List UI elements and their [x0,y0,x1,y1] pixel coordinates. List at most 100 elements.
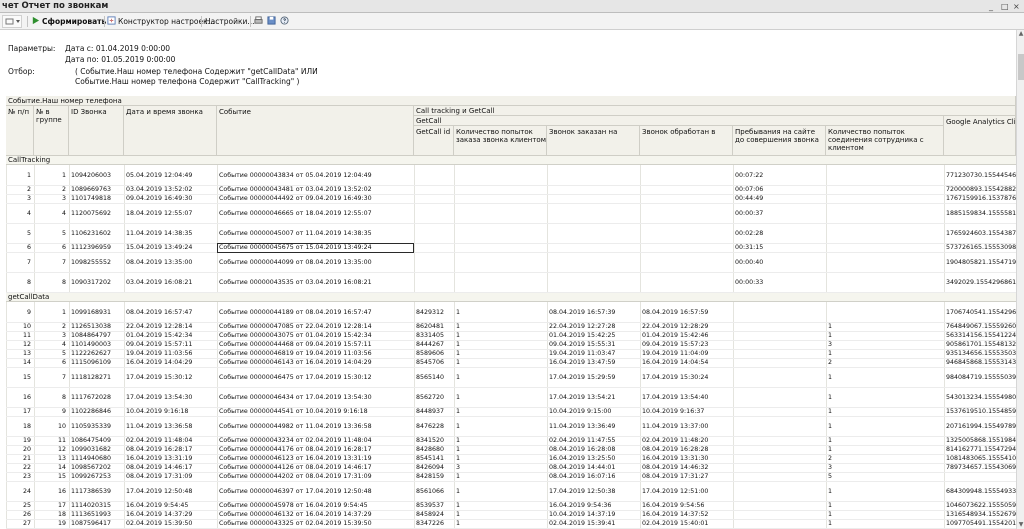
cell-num-in-group: 4 [61,341,66,348]
cell-connection-attempts: 1 [828,422,833,430]
cell-event: Событие 00000046434 от 17.04.2019 13:54:… [219,393,372,401]
help-icon [280,16,289,25]
table-row[interactable]: 27 19 1087596417 02.04.2019 15:39:50 Событие… [6,520,1016,528]
cell-call-id: 1126513038 [71,323,112,330]
table-row[interactable]: 3 3 1101749818 09.04.2019 16:49:30 Событие 0… [6,195,1016,203]
group-header-row[interactable]: CallTracking [6,156,1016,165]
cell-num: 25 [22,502,31,509]
cell-call-id: 1112396959 [71,244,112,251]
selected-cell[interactable] [217,243,414,253]
table-row[interactable]: 12 4 1101490003 09.04.2019 15:57:11 Событие … [6,341,1016,349]
cell-call-processed-at: 16.04.2019 14:04:54 [642,359,709,366]
cell-num-in-group: 5 [61,350,66,357]
table-row[interactable]: 24 16 1117386539 17.04.2019 12:50:48 Событие… [6,482,1016,501]
cell-time-on-site: 00:07:06 [735,186,764,193]
cell-getcall-id: 8428159 [416,473,445,480]
cell-num: 12 [22,341,31,348]
cell-order-attempts: 1 [456,437,461,444]
table-row[interactable]: 15 7 1118128271 17.04.2019 15:30:12 Событие … [6,368,1016,387]
minimize-icon[interactable]: _ [989,2,993,11]
table-row[interactable]: 17 9 1102286846 10.04.2019 9:16:18 Событие 0… [6,408,1016,416]
scroll-thumb[interactable] [1018,54,1024,80]
cell-event: Событие 00000045978 от 16.04.2019 9:54:4… [219,502,368,509]
cell-event: Событие 00000044189 от 08.04.2019 16:57:… [219,308,372,316]
cell-num: 20 [22,446,31,453]
table-row[interactable]: 11 3 1084864797 01.04.2019 15:42:34 Событие … [6,332,1016,340]
table-row[interactable]: 13 5 1122262627 19.04.2019 11:03:56 Событие … [6,350,1016,358]
table-row[interactable]: 25 17 1114020315 16.04.2019 9:54:45 Событие … [6,502,1016,510]
table-row[interactable]: 8 8 1090317202 03.04.2019 16:08:21 Событие 0… [6,273,1016,292]
report-table: Событие.Наш номер телефона № п/п № в гру… [6,96,1016,529]
print-button[interactable] [254,15,265,28]
table-row[interactable]: 1 1 1094206003 05.04.2019 12:04:49 Событие 0… [6,166,1016,185]
cell-call-id: 1089669763 [71,186,112,193]
maximize-icon[interactable]: □ [1001,2,1009,11]
cell-call-datetime: 11.04.2019 14:38:35 [126,229,193,237]
table-row[interactable]: 10 2 1126513038 22.04.2019 12:28:14 Событие … [6,323,1016,331]
cell-connection-attempts: 1 [828,350,833,357]
table-row[interactable]: 14 6 1115096109 16.04.2019 14:04:29 Событие … [6,359,1016,367]
table-row[interactable]: 4 4 1120075692 18.04.2019 12:55:07 Событие 0… [6,204,1016,223]
help-button[interactable] [280,15,291,28]
cell-call-id: 1099031682 [71,446,112,453]
cell-connection-attempts: 1 [828,446,833,453]
table-row[interactable]: 9 1 1099168931 08.04.2019 16:57:47 Событие 0… [6,303,1016,322]
table-row[interactable]: 5 5 1106231602 11.04.2019 14:38:35 Событие 0… [6,224,1016,243]
cell-connection-attempts: 1 [828,373,833,381]
table-row[interactable]: 20 12 1099031682 08.04.2019 16:28:17 Событие… [6,446,1016,454]
cell-call-id: 1101749818 [71,195,112,202]
cell-num-in-group: 18 [57,511,66,518]
cell-call-id: 1084864797 [71,332,112,339]
cell-call-datetime: 16.04.2019 14:37:29 [126,511,193,518]
cell-call-id: 1099168931 [71,308,112,316]
run-report-button[interactable]: Сформировать [31,15,106,28]
cell-event: Событие 00000046819 от 19.04.2019 11:03:… [219,350,372,357]
window-title: чет Отчет по звонкам [2,1,109,11]
table-row[interactable]: 7 7 1098255552 08.04.2019 13:35:00 Событие 0… [6,253,1016,272]
scroll-down-icon[interactable]: ▼ [1017,521,1024,529]
table-row[interactable]: 18 10 1105935339 11.04.2019 13:36:58 Событие… [6,417,1016,436]
cell-call-datetime: 08.04.2019 14:46:17 [126,464,193,471]
cell-call-id: 1105935339 [71,422,112,430]
cell-call-ordered-at: 08.04.2019 16:07:16 [549,473,616,480]
cell-call-datetime: 08.04.2019 17:31:09 [126,473,193,480]
table-row[interactable]: 6 6 1112396959 15.04.2019 13:49:24 Событие 0… [6,244,1016,252]
cell-call-datetime: 11.04.2019 13:36:58 [126,422,193,430]
group-header-row[interactable]: getCallData [6,293,1016,302]
table-row[interactable]: 16 8 1117672028 17.04.2019 13:54:30 Событие … [6,388,1016,407]
cell-call-ordered-at: 08.04.2019 14:44:01 [549,464,616,471]
table-row[interactable]: 22 14 1098567202 08.04.2019 14:46:17 Событие… [6,464,1016,472]
settings-button[interactable]: Настройки... [205,15,255,28]
settings-constructor-button[interactable]: Конструктор настроек... [107,15,215,28]
cell-google-analytics: 1097705491.1554201405 [946,520,1016,527]
cell-order-attempts: 1 [456,393,461,401]
cell-call-ordered-at: 17.04.2019 15:29:59 [549,373,616,381]
cell-call-id: 1114020315 [71,502,112,509]
cell-call-processed-at: 08.04.2019 17:31:27 [642,473,709,480]
header-num-in-group: № в группе [34,106,69,156]
close-icon[interactable]: × [1013,2,1020,11]
vertical-scrollbar[interactable]: ▲ ▼ [1016,30,1024,529]
cell-num-in-group: 17 [57,502,66,509]
cell-call-datetime: 19.04.2019 11:03:56 [126,350,193,357]
scroll-up-icon[interactable]: ▲ [1017,30,1024,38]
cell-call-processed-at: 11.04.2019 13:37:00 [642,422,709,430]
cell-num-in-group: 6 [61,244,66,251]
cell-call-id: 1087596417 [71,520,112,527]
cell-google-analytics: 771230730.1554454636 [946,171,1016,179]
table-row[interactable]: 26 18 1113651993 16.04.2019 14:37:29 Событие… [6,511,1016,519]
date-to: Дата по: 01.05.2019 0:00:00 [65,55,176,64]
cell-time-on-site: 00:07:22 [735,171,764,179]
table-row[interactable]: 2 2 1089669763 03.04.2019 13:52:02 Событие 0… [6,186,1016,194]
table-row[interactable]: 19 11 1086475409 02.04.2019 11:48:04 Событие… [6,437,1016,445]
cell-num-in-group: 1 [61,171,66,179]
cell-connection-attempts: 1 [828,393,833,401]
cell-google-analytics: 764849067.1555926040 [946,323,1016,330]
cell-num: 14 [22,359,31,366]
cell-call-processed-at: 16.04.2019 13:31:30 [642,455,709,462]
actions-dropdown[interactable] [2,15,22,28]
table-row[interactable]: 23 15 1099267253 08.04.2019 17:31:09 Событие… [6,473,1016,481]
table-row[interactable]: 21 13 1114940680 16.04.2019 13:31:19 Событие… [6,455,1016,463]
cell-connection-attempts: 2 [828,455,833,462]
save-button[interactable] [267,15,278,28]
